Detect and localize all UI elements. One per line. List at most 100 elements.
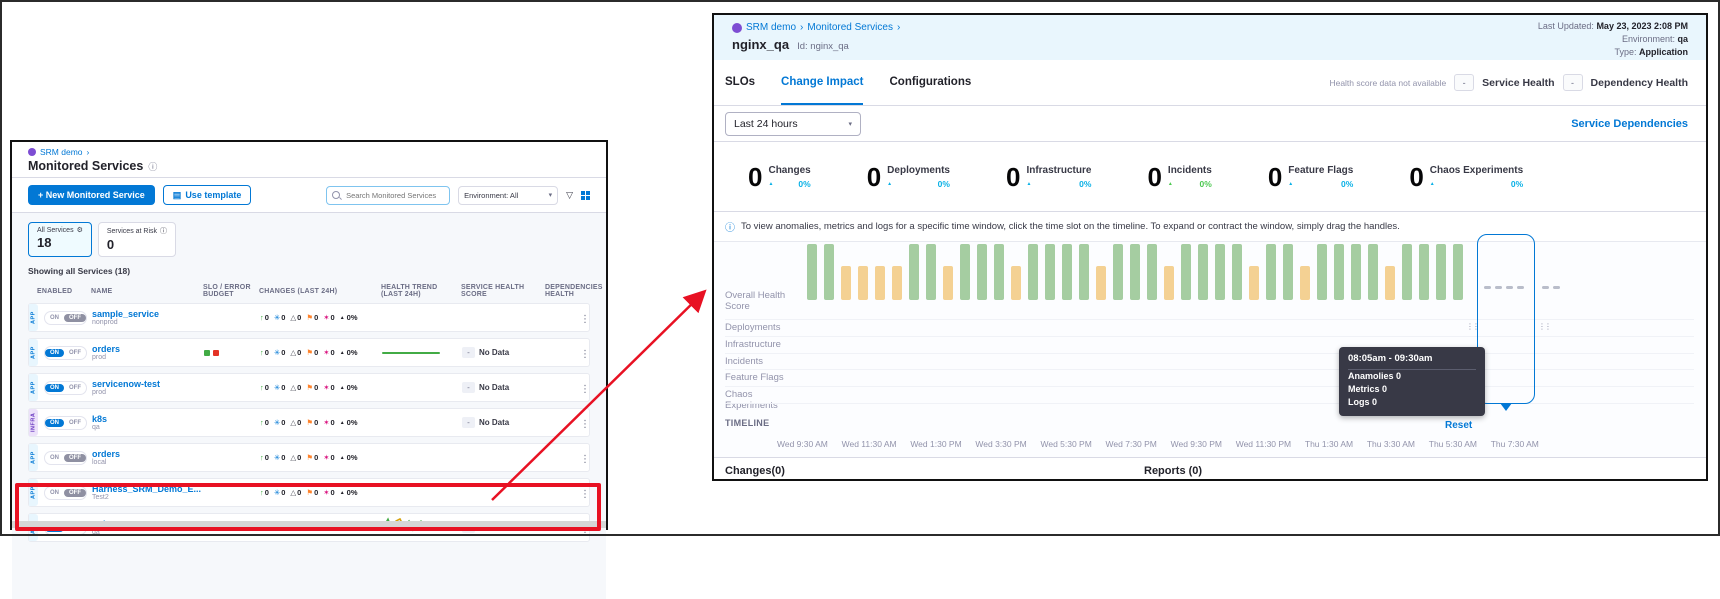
reset-link[interactable]: Reset [1445,420,1472,431]
service-name-link[interactable]: orders [92,449,204,459]
metric-changes: 0 Changes ▲0% [748,164,811,190]
new-monitored-service-button[interactable]: + New Monitored Service [28,185,155,205]
service-name-link[interactable]: servicenow-test [92,379,204,389]
breadcrumb[interactable]: SRM demo › [28,147,590,157]
dependency-health-label: Dependency Health [1591,77,1688,89]
chaos-icon: ✶ [323,454,329,462]
timeline-help-text: To view anomalies, metrics and logs for … [741,221,1400,232]
service-name-link[interactable]: k8s [92,414,204,424]
service-type-tag: APP [29,374,38,401]
chaos-icon: ✶ [323,314,329,322]
dependency-health-badge: - [1563,74,1583,91]
deployment-icon: ↑ [260,384,264,392]
environment-filter[interactable]: Environment: All ▾ [458,186,558,205]
metric-feature-flags: 0 Feature Flags ▲0% [1268,164,1354,190]
caret-up-icon: ▲ [340,490,345,496]
breadcrumb-item[interactable]: SRM demo [40,147,83,157]
service-meta: Last Updated: May 23, 2023 2:08 PM Envir… [1538,20,1688,59]
metric-infrastructure: 0 Infrastructure ▲0% [1006,164,1091,190]
selection-left-handle[interactable]: ⋮⋮ [1466,322,1478,331]
service-environment: prod [92,354,204,362]
info-icon: ⓘ [725,219,735,234]
deployment-icon: ↑ [260,314,264,322]
deployment-icon: ↑ [260,419,264,427]
caret-up-icon: ▲ [340,350,345,356]
chevron-down-icon: ▾ [848,120,852,128]
breadcrumb-item[interactable]: SRM demo [746,22,796,33]
service-enabled-toggle[interactable]: ONOFF [44,311,87,325]
tab-configurations[interactable]: Configurations [889,60,971,105]
row-menu-icon[interactable]: ⋮ [580,454,590,465]
tab-change-impact[interactable]: Change Impact [781,60,863,105]
service-dependencies-link[interactable]: Service Dependencies [1571,118,1688,130]
row-menu-icon[interactable]: ⋮ [580,489,590,500]
service-environment: nonprod [92,319,204,327]
health-trend-sparkline [382,352,440,354]
deployment-icon: ↑ [260,489,264,497]
caret-up-icon: ▲ [340,420,345,426]
service-name-link[interactable]: Harness_SRM_Demo_E... [92,484,204,494]
selection-right-handle[interactable]: ⋮⋮ [1538,322,1550,331]
service-type-tag: APP [29,339,38,366]
caret-up-icon: ▲ [768,181,773,187]
service-name-link[interactable]: orders [92,344,204,354]
time-window-selection[interactable] [1477,234,1535,404]
service-enabled-toggle[interactable]: ONOFF [44,486,87,500]
infrastructure-icon: ✳ [274,489,280,497]
service-enabled-toggle[interactable]: ONOFF [44,416,87,430]
gear-icon: ⚙ [77,226,83,234]
table-row[interactable]: APP ONOFF Harness_SRM_Demo_E... Test2 ↑0… [28,478,590,507]
all-services-card[interactable]: All Services ⚙ 18 [28,222,92,257]
selection-marker [1500,403,1512,411]
grid-view-icon[interactable] [581,191,590,200]
search-input[interactable] [344,190,444,201]
metric-incidents: 0 Incidents ▲0% [1147,164,1211,190]
table-header: ENABLED NAME SLO / ERROR BUDGET CHANGES … [28,284,590,298]
changes-section-header: Changes(0) [725,465,785,477]
table-row[interactable]: APP ONOFF orders prod ↑0✳0△0⚑0✶0▲0% -No … [28,338,590,367]
template-icon: ▤ [173,190,182,201]
row-menu-icon[interactable]: ⋮ [580,384,590,395]
time-range-select[interactable]: Last 24 hours ▾ [725,112,861,136]
health-score-bars[interactable] [807,242,1463,300]
health-score-badge: - [462,382,475,393]
service-health-label: Service Health [1482,77,1554,89]
tab-slos[interactable]: SLOs [725,60,755,105]
breadcrumb-item[interactable]: Monitored Services [807,22,893,33]
row-menu-icon[interactable]: ⋮ [580,349,590,360]
feature-flag-icon: ⚑ [306,314,313,322]
table-row[interactable]: APP ONOFF sample_service nonprod ↑0✳0△0⚑… [28,303,590,332]
infrastructure-icon: ✳ [274,384,280,392]
chevron-down-icon: ▾ [549,191,553,199]
page-title: Monitored Services [28,159,143,173]
timeline-tooltip: 08:05am - 09:30am Anamolies 0 Metrics 0 … [1339,347,1485,416]
tooltip-logs: Logs 0 [1348,396,1476,409]
breadcrumb-separator: › [87,147,90,157]
service-enabled-toggle[interactable]: ONOFF [44,346,87,360]
service-enabled-toggle[interactable]: ONOFF [44,381,87,395]
table-row[interactable]: APP ONOFF orders local ↑0✳0△0⚑0✶0▲0% ⋮ [28,443,590,472]
service-name-link[interactable]: sample_service [92,309,204,319]
timeline-section-label: TIMELINE [725,418,769,428]
filter-icon[interactable]: ▽ [566,190,573,201]
table-row[interactable]: APP ONOFF servicenow-test prod ↑0✳0△0⚑0✶… [28,373,590,402]
feature-flag-icon: ⚑ [306,384,313,392]
service-type-tag: APP [29,444,38,471]
use-template-button[interactable]: ▤ Use template [163,185,252,205]
showing-services-text: Showing all Services (18) [28,266,590,276]
service-type-tag: INFRA [29,409,38,436]
deployment-icon: ↑ [260,349,264,357]
service-enabled-toggle[interactable]: ONOFF [44,451,87,465]
health-score-text: No Data [479,383,509,392]
incident-icon: △ [290,489,296,497]
chaos-icon: ✶ [323,419,329,427]
incident-icon: △ [290,314,296,322]
row-menu-icon[interactable]: ⋮ [580,419,590,430]
health-score-badge: - [462,417,475,428]
infrastructure-icon: ✳ [274,419,280,427]
service-environment: qa [92,424,204,432]
row-menu-icon[interactable]: ⋮ [580,314,590,325]
table-row[interactable]: INFRA ONOFF k8s qa ↑0✳0△0⚑0✶0▲0% -No Dat… [28,408,590,437]
service-environment: qa [92,529,204,537]
services-at-risk-card[interactable]: Services at Risk ⓘ 0 [98,222,176,257]
